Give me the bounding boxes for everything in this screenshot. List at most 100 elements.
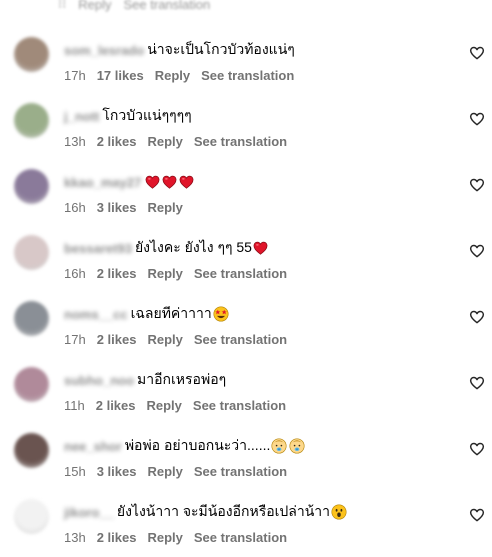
heart-emoji-icon: [145, 175, 160, 189]
comment-username[interactable]: noms__cc: [64, 307, 128, 322]
comment-username[interactable]: j_nott: [64, 109, 99, 124]
reply-button[interactable]: Reply: [147, 134, 182, 149]
comment-username[interactable]: nee_shor: [64, 439, 122, 454]
comment-time: 16h: [64, 199, 86, 215]
comment-emoji: [213, 306, 231, 322]
comment-emoji: [145, 175, 196, 189]
reply-button[interactable]: Reply: [147, 530, 182, 545]
comment-time: 13h: [64, 529, 86, 545]
avatar[interactable]: [14, 103, 49, 138]
comment-item: noms__cc เฉลยทีค่าาาา 17h 2 likes Reply …: [0, 291, 492, 357]
comment-username[interactable]: jikoro__: [64, 505, 114, 520]
avatar[interactable]: [14, 169, 49, 204]
comment-time: 16h: [64, 265, 86, 281]
baby-face-emoji-icon: [271, 438, 287, 454]
comment-text: พ่อพ่อ อย่าบอกนะว่า......: [124, 437, 271, 453]
avatar[interactable]: [14, 235, 49, 270]
see-translation-button[interactable]: See translation: [194, 530, 287, 545]
comment-line: nee_shor พ่อพ่อ อย่าบอกนะว่า......: [64, 436, 307, 456]
comment-line: jikoro__ ยังไงน้าาา จะมีน้องอีกหรือเปล่า…: [64, 502, 349, 522]
avatar[interactable]: [14, 499, 49, 534]
comment-meta: 13h 2 likes Reply See translation: [64, 528, 287, 546]
see-translation-button[interactable]: See translation: [194, 134, 287, 149]
comment-meta: 17h 2 likes Reply See translation: [64, 330, 287, 348]
baby-face-emoji-icon: [289, 438, 305, 454]
comment-item: subho_noo มาอีกเหรอพ่อๆ 11h 2 likes Repl…: [0, 357, 492, 423]
comment-item: kkao_may27 16h 3 likes Reply: [0, 159, 492, 225]
comment-line: noms__cc เฉลยทีค่าาาา: [64, 304, 231, 324]
comment-item: j_nott โกวบัวแน่ๆๆๆๆ 13h 2 likes Reply S…: [0, 93, 492, 159]
comment-meta: 15h 3 likes Reply See translation: [64, 462, 287, 480]
comment-item: bessaret93 ยังไงคะ ยังไง ๆๆ 55 16h 2 lik…: [0, 225, 492, 291]
comment-line: bessaret93 ยังไงคะ ยังไง ๆๆ 55: [64, 238, 270, 258]
reply-button[interactable]: Reply: [147, 398, 182, 413]
previous-comment-dots: ⁝⁝: [58, 0, 67, 11]
comment-time: 17h: [64, 331, 86, 347]
previous-comment-meta: ⁝⁝ Reply See translation: [58, 0, 210, 14]
avatar[interactable]: [14, 37, 49, 72]
comment-emoji: [331, 504, 349, 520]
comment-item: som_lesrado น่าจะเป็นโกวบัวท้องแน่ๆ 17h …: [0, 27, 492, 93]
see-translation-button[interactable]: See translation: [193, 398, 286, 413]
reply-button[interactable]: Reply: [147, 200, 182, 215]
heart-emoji-icon: [253, 241, 268, 255]
previous-see-translation[interactable]: See translation: [124, 0, 211, 12]
comment-time: 17h: [64, 67, 86, 83]
comment-likes[interactable]: 2 likes: [96, 398, 136, 413]
comment-likes[interactable]: 3 likes: [97, 200, 137, 215]
comment-emoji: [253, 241, 270, 255]
see-translation-button[interactable]: See translation: [194, 332, 287, 347]
comment-likes[interactable]: 2 likes: [97, 134, 137, 149]
comment-meta: 16h 3 likes Reply: [64, 198, 183, 216]
star-struck-emoji-icon: [213, 306, 229, 322]
comment-text: โกวบัวแน่ๆๆๆๆ: [102, 107, 192, 123]
reply-button[interactable]: Reply: [147, 266, 182, 281]
heart-outline-icon[interactable]: [469, 111, 485, 127]
comment-username[interactable]: som_lesrado: [64, 43, 144, 58]
heart-outline-icon[interactable]: [469, 45, 485, 61]
comment-text: ยังไงคะ ยังไง ๆๆ 55: [134, 239, 252, 255]
reply-button[interactable]: Reply: [147, 332, 182, 347]
comment-likes[interactable]: 17 likes: [97, 68, 144, 83]
avatar[interactable]: [14, 367, 49, 402]
heart-outline-icon[interactable]: [469, 243, 485, 259]
comment-item: nee_shor พ่อพ่อ อย่าบอกนะว่า...... 15h 3…: [0, 423, 492, 489]
heart-outline-icon[interactable]: [469, 441, 485, 457]
comment-meta: 11h 2 likes Reply See translation: [64, 396, 286, 414]
comment-username[interactable]: kkao_may27: [64, 175, 141, 190]
heart-outline-icon[interactable]: [469, 309, 485, 325]
heart-outline-icon[interactable]: [469, 507, 485, 523]
see-translation-button[interactable]: See translation: [194, 464, 287, 479]
heart-outline-icon[interactable]: [469, 375, 485, 391]
comment-likes[interactable]: 2 likes: [97, 332, 137, 347]
comment-line: som_lesrado น่าจะเป็นโกวบัวท้องแน่ๆ: [64, 40, 295, 60]
heart-emoji-icon: [179, 175, 194, 189]
comment-likes[interactable]: 2 likes: [97, 266, 137, 281]
comment-time: 11h: [64, 397, 85, 413]
comment-time: 13h: [64, 133, 86, 149]
comment-time: 15h: [64, 463, 86, 479]
comment-username[interactable]: subho_noo: [64, 373, 134, 388]
avatar[interactable]: [14, 433, 49, 468]
heart-outline-icon[interactable]: [469, 177, 485, 193]
comment-text: ยังไงน้าาา จะมีน้องอีกหรือเปล่าน้าา: [116, 503, 331, 519]
see-translation-button[interactable]: See translation: [194, 266, 287, 281]
comment-text: น่าจะเป็นโกวบัวท้องแน่ๆ: [147, 41, 295, 57]
comment-username[interactable]: bessaret93: [64, 241, 132, 256]
comment-meta: 17h 17 likes Reply See translation: [64, 66, 294, 84]
avatar[interactable]: [14, 301, 49, 336]
comment-likes[interactable]: 2 likes: [97, 530, 137, 545]
comment-meta: 16h 2 likes Reply See translation: [64, 264, 287, 282]
reply-button[interactable]: Reply: [155, 68, 190, 83]
see-translation-button[interactable]: See translation: [201, 68, 294, 83]
comment-item: jikoro__ ยังไงน้าาา จะมีน้องอีกหรือเปล่า…: [0, 489, 492, 555]
previous-reply-button[interactable]: Reply: [78, 0, 111, 12]
comment-likes[interactable]: 3 likes: [97, 464, 137, 479]
surprised-face-emoji-icon: [331, 504, 347, 520]
heart-emoji-icon: [162, 175, 177, 189]
comment-line: kkao_may27: [64, 172, 196, 192]
comment-text: เฉลยทีค่าาาา: [130, 305, 212, 321]
comments-panel: ⁝⁝ Reply See translation som_lesrado น่า…: [0, 0, 492, 557]
comment-line: j_nott โกวบัวแน่ๆๆๆๆ: [64, 106, 192, 126]
reply-button[interactable]: Reply: [147, 464, 182, 479]
